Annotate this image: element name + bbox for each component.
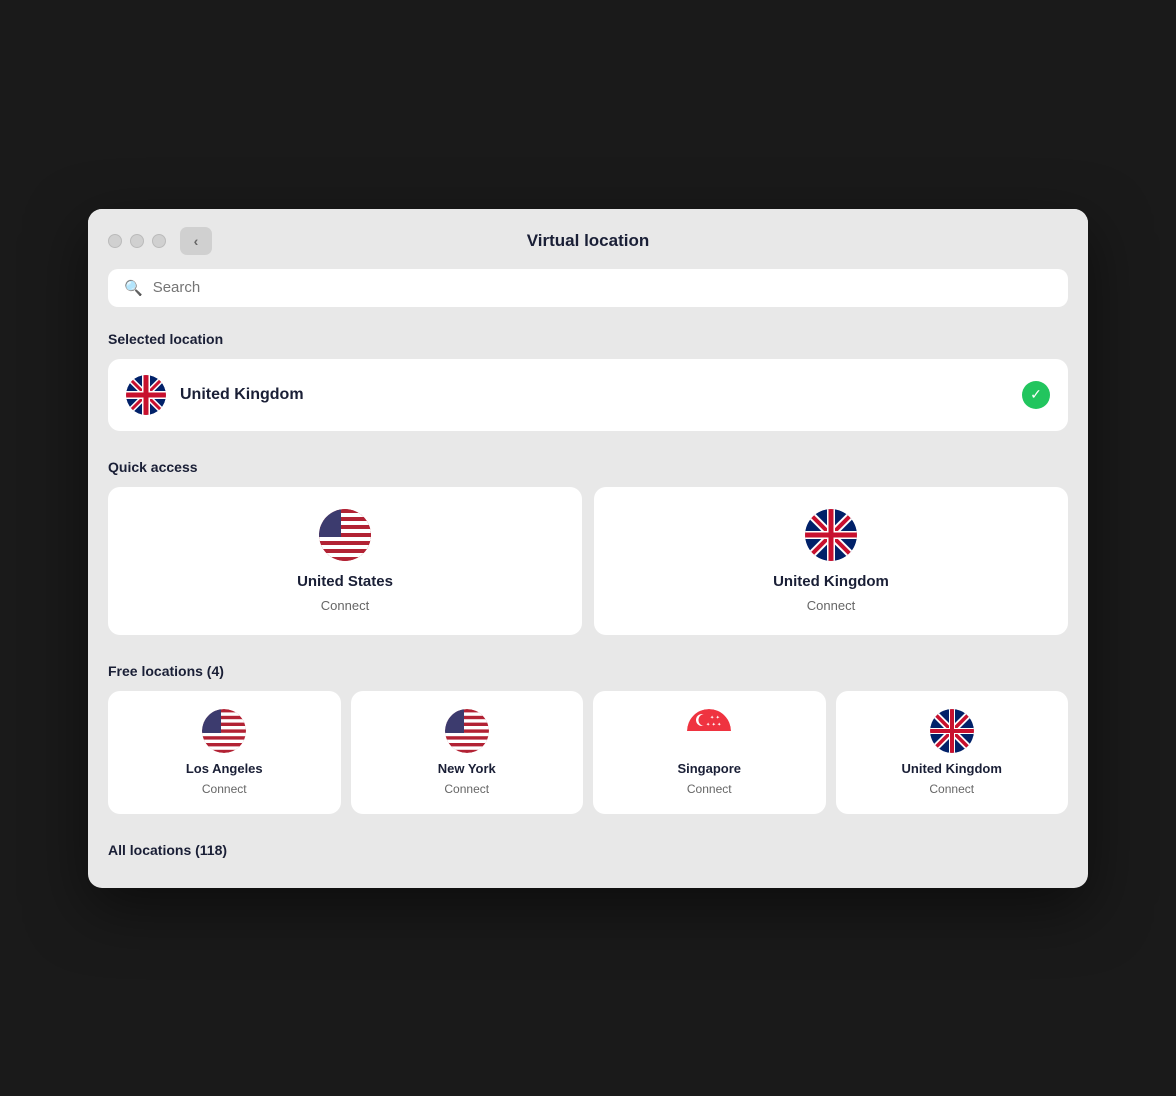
- selected-location-left: United Kingdom: [126, 375, 304, 415]
- selected-location-label: Selected location: [108, 331, 1068, 347]
- uk-flag-free: [930, 709, 974, 753]
- us-action-quick: Connect: [321, 598, 369, 613]
- quick-access-uk[interactable]: United Kingdom Connect: [594, 487, 1068, 635]
- uk-action-quick: Connect: [807, 598, 855, 613]
- free-location-sg[interactable]: ✦ ✦ ✦ ✦ ✦ Singapore Connect: [593, 691, 826, 814]
- la-name: Los Angeles: [186, 761, 263, 776]
- selected-check-badge: ✓: [1022, 381, 1050, 409]
- uk-name-quick: United Kingdom: [773, 573, 889, 590]
- search-icon: 🔍: [124, 279, 143, 297]
- minimize-button[interactable]: [130, 234, 144, 248]
- la-flag: [202, 709, 246, 753]
- maximize-button[interactable]: [152, 234, 166, 248]
- quick-access-us[interactable]: United States Connect: [108, 487, 582, 635]
- ny-flag: [445, 709, 489, 753]
- ny-name: New York: [438, 761, 496, 776]
- window-title: Virtual location: [527, 231, 650, 251]
- free-location-uk[interactable]: United Kingdom Connect: [836, 691, 1069, 814]
- la-action: Connect: [202, 782, 247, 796]
- sg-flag: ✦ ✦ ✦ ✦ ✦: [687, 709, 731, 753]
- uk-name-free: United Kingdom: [902, 761, 1002, 776]
- selected-flag: [126, 375, 166, 415]
- window: ‹ Virtual location 🔍 Selected location: [88, 209, 1088, 888]
- free-location-la[interactable]: Los Angeles Connect: [108, 691, 341, 814]
- titlebar: ‹ Virtual location: [88, 209, 1088, 269]
- quick-access-label: Quick access: [108, 459, 1068, 475]
- free-location-ny[interactable]: New York Connect: [351, 691, 584, 814]
- traffic-lights: [108, 234, 166, 248]
- sg-name: Singapore: [677, 761, 741, 776]
- uk-action-free: Connect: [929, 782, 974, 796]
- selected-location-name: United Kingdom: [180, 386, 304, 404]
- back-button[interactable]: ‹: [180, 227, 212, 255]
- quick-access-grid: United States Connect: [108, 487, 1068, 635]
- all-locations-label[interactable]: All locations (118): [108, 842, 1068, 858]
- us-name-quick: United States: [297, 573, 393, 590]
- sg-action: Connect: [687, 782, 732, 796]
- selected-location-card[interactable]: United Kingdom ✓: [108, 359, 1068, 431]
- content-area: 🔍 Selected location: [88, 269, 1088, 858]
- back-icon: ‹: [194, 233, 199, 249]
- svg-text:✦ ✦ ✦: ✦ ✦ ✦: [706, 722, 721, 728]
- check-icon: ✓: [1030, 386, 1042, 403]
- us-flag-quick: [319, 509, 371, 561]
- search-input[interactable]: [153, 279, 1052, 296]
- close-button[interactable]: [108, 234, 122, 248]
- uk-flag-quick: [805, 509, 857, 561]
- free-locations-grid: Los Angeles Connect: [108, 691, 1068, 814]
- free-locations-label: Free locations (4): [108, 663, 1068, 679]
- svg-text:✦ ✦: ✦ ✦: [710, 715, 720, 721]
- search-bar[interactable]: 🔍: [108, 269, 1068, 307]
- ny-action: Connect: [444, 782, 489, 796]
